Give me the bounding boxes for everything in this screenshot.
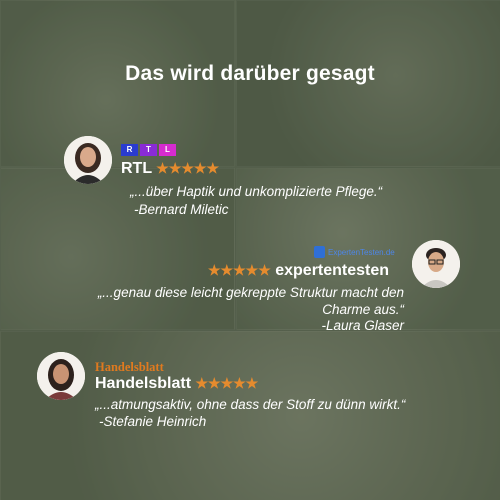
star-rating: ★★★★★ xyxy=(208,262,271,278)
review-source: Handelsblatt ★★★★★ xyxy=(95,375,258,393)
review-quote: „...atmungsaktiv, ohne dass der Stoff zu… xyxy=(95,397,406,412)
review-canvas: Das wird darüber gesagt R T L RTL ★★★★★ … xyxy=(0,0,500,500)
star-rating: ★★★★★ xyxy=(195,375,259,391)
reviewer-avatar xyxy=(64,136,112,184)
expertentesten-logo: ExpertenTesten.de xyxy=(314,246,395,258)
review-source: ★★★★★ expertentesten xyxy=(208,262,389,280)
review-author: -Laura Glaser xyxy=(321,318,404,333)
reviewer-avatar xyxy=(37,352,85,400)
expertentesten-logo-text: ExpertenTesten.de xyxy=(328,247,395,257)
review-quote: „...genau diese leicht gekreppte Struktu… xyxy=(97,285,404,300)
rtl-logo-letter: T xyxy=(140,144,157,156)
review-quote: „...über Haptik und unkomplizierte Pfleg… xyxy=(130,184,383,199)
source-name: RTL xyxy=(121,160,152,177)
review-author: -Bernard Miletic xyxy=(134,202,229,217)
rtl-logo: R T L xyxy=(121,144,176,156)
rtl-logo-letter: R xyxy=(121,144,138,156)
review-source: RTL ★★★★★ xyxy=(121,160,219,178)
expertentesten-icon xyxy=(314,246,325,258)
review-author: -Stefanie Heinrich xyxy=(99,414,207,429)
star-rating: ★★★★★ xyxy=(156,160,220,176)
source-name: Handelsblatt xyxy=(95,375,192,392)
source-name: expertentesten xyxy=(275,262,390,279)
reviewer-avatar xyxy=(412,240,460,288)
handelsblatt-logo: Handelsblatt xyxy=(95,360,164,374)
page-title: Das wird darüber gesagt xyxy=(125,62,375,85)
rtl-logo-letter: L xyxy=(159,144,176,156)
review-quote: Charme aus.“ xyxy=(322,302,404,317)
